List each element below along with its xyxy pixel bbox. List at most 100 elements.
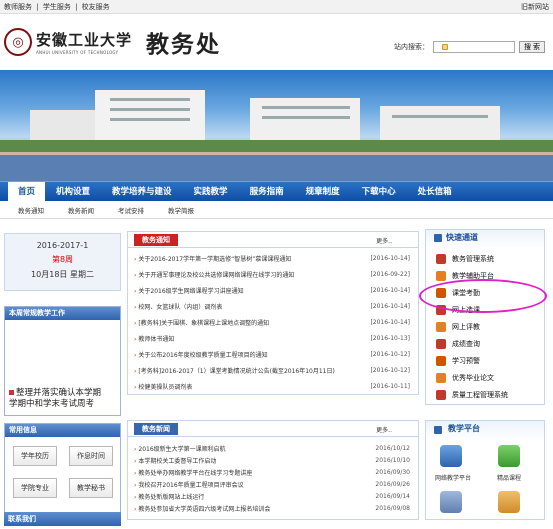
notice-item[interactable]: 关于2016-2017学年第一学期选修“智慧树”慕课课程通知 [2016-10-1… — [134, 252, 410, 264]
nav-organization[interactable]: 机构设置 — [45, 182, 101, 202]
notice-title: 关于开通军事理论及校公共选修课网络课程在线学习的通知 — [134, 270, 294, 279]
quick-link-label: 质量工程管理系统 — [452, 391, 508, 399]
old-site-link[interactable]: 旧新网站 — [521, 2, 549, 12]
notice-item[interactable]: 关于开通军事理论及校公共选修课网络课程在线学习的通知 [2016-09-22] — [134, 268, 410, 280]
weekly-focus-text[interactable]: 整理并落实确认本学期 学期中和学末考试周考 — [9, 388, 101, 410]
nav-downloads[interactable]: 下载中心 — [351, 182, 407, 202]
subnav-bulletin[interactable]: 教学简报 — [168, 205, 194, 215]
divider — [128, 247, 418, 248]
schedule-button[interactable]: 作息时间 — [69, 446, 113, 466]
site-search: 站内搜索： 搜 索 — [394, 41, 545, 53]
notice-item[interactable]: 关于2016级学生网络课程学习讲座通知 [2016-10-14] — [134, 284, 410, 296]
subnav-news[interactable]: 教务新闻 — [68, 205, 94, 215]
notice-title: 校健美操队员调剂表 — [134, 382, 192, 391]
teacher-service-link[interactable]: 教师服务 — [4, 3, 32, 11]
news-item[interactable]: 教务处参加省大学英语四六级考试网上报名培训会 2016/09/08 — [134, 502, 410, 514]
quick-link-thesis[interactable]: 优秀毕业论文 — [436, 371, 494, 385]
online-platform-icon[interactable] — [440, 445, 462, 467]
search-icon — [442, 44, 448, 50]
notice-date: [2016-10-14] — [370, 318, 410, 326]
subnav-notices[interactable]: 教务通知 — [18, 205, 44, 215]
news-item[interactable]: 教务处举办网络教学平台在线学习专题讲座 2016/09/30 — [134, 466, 410, 478]
notice-item[interactable]: 校健美操队员调剂表 [2016-10-11] — [134, 380, 410, 392]
quick-link-academic-system[interactable]: 教务管理系统 — [436, 252, 494, 266]
quality-course-icon[interactable] — [498, 445, 520, 467]
search-label: 站内搜索： — [394, 43, 429, 51]
search-button[interactable]: 搜 索 — [519, 41, 545, 53]
main-nav: 首页 机构设置 教学培养与建设 实践教学 服务指南 规章制度 下载中心 处长信箱 — [0, 181, 553, 202]
notice-title: 关于公布2016年度校级教学质量工程项目的通知 — [134, 350, 267, 359]
notice-item[interactable]: [教务科]关于围棋、象棋课程上课地点调整的通知 [2016-10-14] — [134, 316, 410, 328]
subnav-exams[interactable]: 考试安排 — [118, 205, 144, 215]
nav-home[interactable]: 首页 — [8, 181, 46, 202]
online-platform-label[interactable]: 网络教学平台 — [428, 473, 478, 482]
weekly-focus-title: 本周常规教学工作 — [5, 307, 120, 320]
notices-more-link[interactable]: 更多.. — [376, 236, 392, 245]
quick-link-quality[interactable]: 质量工程管理系统 — [436, 388, 508, 402]
majors-button[interactable]: 学院专业 — [13, 478, 57, 498]
news-item[interactable]: 本学期校关工委督导工作启动 2016/10/10 — [134, 454, 410, 466]
nav-regulations[interactable]: 规章制度 — [295, 182, 351, 202]
nav-practice[interactable]: 实践教学 — [183, 182, 239, 202]
platform-icon — [436, 271, 446, 281]
news-item[interactable]: 2016级新生大学第一课顺利启航 2016/10/12 — [134, 442, 410, 454]
notice-item[interactable]: 关于公布2016年度校级教学质量工程项目的通知 [2016-10-12] — [134, 348, 410, 360]
nav-director-mailbox[interactable]: 处长信箱 — [407, 182, 463, 202]
alumni-service-link[interactable]: 校友服务 — [82, 3, 110, 11]
header: ◎ 安徽工业大学 ANHUI UNIVERSITY OF TECHNOLOGY … — [0, 14, 553, 70]
notice-title: [考务科]2016-2017（1）课堂考勤情况统计公告(截至2016年10月11… — [134, 366, 334, 375]
top-links: 教师服务 | 学生服务 | 校友服务 — [4, 2, 112, 12]
news-date: 2016/09/26 — [375, 480, 410, 488]
quick-link-evaluation[interactable]: 网上评教 — [436, 320, 480, 334]
system-icon — [436, 254, 446, 264]
quick-link-label: 网上评教 — [452, 323, 480, 331]
news-item[interactable]: 我校召开2016年质量工程项目评审会议 2016/09/26 — [134, 478, 410, 490]
news-more-link[interactable]: 更多.. — [376, 425, 392, 434]
notice-item[interactable]: 教师体书通知 [2016-10-13] — [134, 332, 410, 344]
news-title: 教务处举办网络教学平台在线学习专题讲座 — [134, 468, 252, 477]
notice-date: [2016-10-14] — [370, 286, 410, 294]
secretary-button[interactable]: 教学秘书 — [69, 478, 113, 498]
quick-link-label: 成绩查询 — [452, 340, 480, 348]
grades-icon — [436, 339, 446, 349]
nav-teaching[interactable]: 教学培养与建设 — [101, 182, 183, 202]
notice-item[interactable]: [考务科]2016-2017（1）课堂考勤情况统计公告(截至2016年10月11… — [134, 364, 410, 376]
notices-tab[interactable]: 教务通知 — [134, 234, 178, 246]
weekly-focus-line-1: 整理并落实确认本学期 — [16, 388, 102, 398]
notice-title: 校网、女篮球队（内组）调剂表 — [134, 302, 222, 311]
sub-nav: 教务通知 教务新闻 考试安排 教学简报 — [0, 201, 553, 219]
nav-service-guide[interactable]: 服务指南 — [239, 182, 295, 202]
divider — [128, 436, 418, 437]
news-tab[interactable]: 教务新闻 — [134, 423, 178, 435]
quality-course-label[interactable]: 精品课程 — [484, 473, 534, 482]
notice-title: 关于2016-2017学年第一学期选修“智慧树”慕课课程通知 — [134, 254, 291, 263]
common-info-panel: 常用信息 学年校历 作息时间 学院专业 教学秘书 — [4, 423, 121, 515]
separator: | — [36, 2, 39, 11]
news-item[interactable]: 教务处新版网站上线运行 2016/09/14 — [134, 490, 410, 502]
news-title: 本学期校关工委督导工作启动 — [134, 456, 216, 465]
top-bar: 教师服务 | 学生服务 | 校友服务 旧新网站 — [0, 0, 553, 14]
notices-panel: 教务通知 更多.. 关于2016-2017学年第一学期选修“智慧树”慕课课程通知… — [127, 231, 419, 395]
news-date: 2016/09/14 — [375, 492, 410, 500]
notice-item[interactable]: 校网、女篮球队（内组）调剂表 [2016-10-14] — [134, 300, 410, 312]
notice-title: [教务科]关于围棋、象棋课程上课地点调整的通知 — [134, 318, 269, 327]
quick-link-label: 优秀毕业论文 — [452, 374, 494, 382]
news-date: 2016/10/10 — [375, 456, 410, 464]
quick-link-warning[interactable]: 学习预警 — [436, 354, 480, 368]
quick-link-grades[interactable]: 成绩查询 — [436, 337, 480, 351]
news-title: 2016级新生大学第一课顺利启航 — [134, 444, 225, 453]
campus-photo — [0, 90, 553, 181]
notice-date: [2016-10-13] — [370, 334, 410, 342]
student-service-link[interactable]: 学生服务 — [43, 3, 71, 11]
platform-icon[interactable] — [440, 491, 462, 513]
highlight-annotation — [419, 279, 547, 313]
campus-banner — [0, 70, 553, 181]
platform-icon[interactable] — [498, 491, 520, 513]
notice-title: 教师体书通知 — [134, 334, 174, 343]
bullet-icon — [9, 390, 14, 395]
university-name-cn: 安徽工业大学 — [36, 31, 133, 49]
notice-date: [2016-10-12] — [370, 350, 410, 358]
calendar-button[interactable]: 学年校历 — [13, 446, 57, 466]
thesis-icon — [436, 373, 446, 383]
weekly-focus-line-2: 学期中和学末考试周考 — [9, 399, 95, 409]
